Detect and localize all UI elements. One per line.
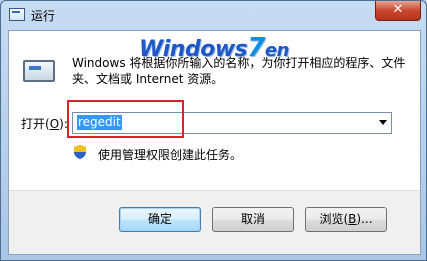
run-dialog: 运行 ✕ Windows7en Windows 将根据你所输入的名称，为你打开相… <box>0 0 427 261</box>
description-text: Windows 将根据你所输入的名称，为你打开相应的程序、文件夹、文档或 Int… <box>72 56 406 86</box>
title-bar[interactable]: 运行 ✕ <box>1 1 426 30</box>
ok-button[interactable]: 确定 <box>119 207 201 232</box>
red-highlight-box <box>67 100 184 138</box>
cancel-button[interactable]: 取消 <box>212 207 294 232</box>
open-label: 打开(O): <box>21 117 68 131</box>
dropdown-arrow-icon[interactable] <box>379 120 387 125</box>
admin-note: 使用管理权限创建此任务。 <box>98 148 243 162</box>
run-icon <box>23 60 55 82</box>
run-app-icon <box>9 8 25 21</box>
close-icon: ✕ <box>392 2 404 17</box>
dialog-content: Windows7en Windows 将根据你所输入的名称，为你打开相应的程序、… <box>8 30 421 255</box>
uac-shield-icon <box>74 145 86 159</box>
close-button[interactable]: ✕ <box>375 1 421 21</box>
window-title: 运行 <box>31 9 56 23</box>
browse-button[interactable]: 浏览(B)... <box>305 207 387 232</box>
